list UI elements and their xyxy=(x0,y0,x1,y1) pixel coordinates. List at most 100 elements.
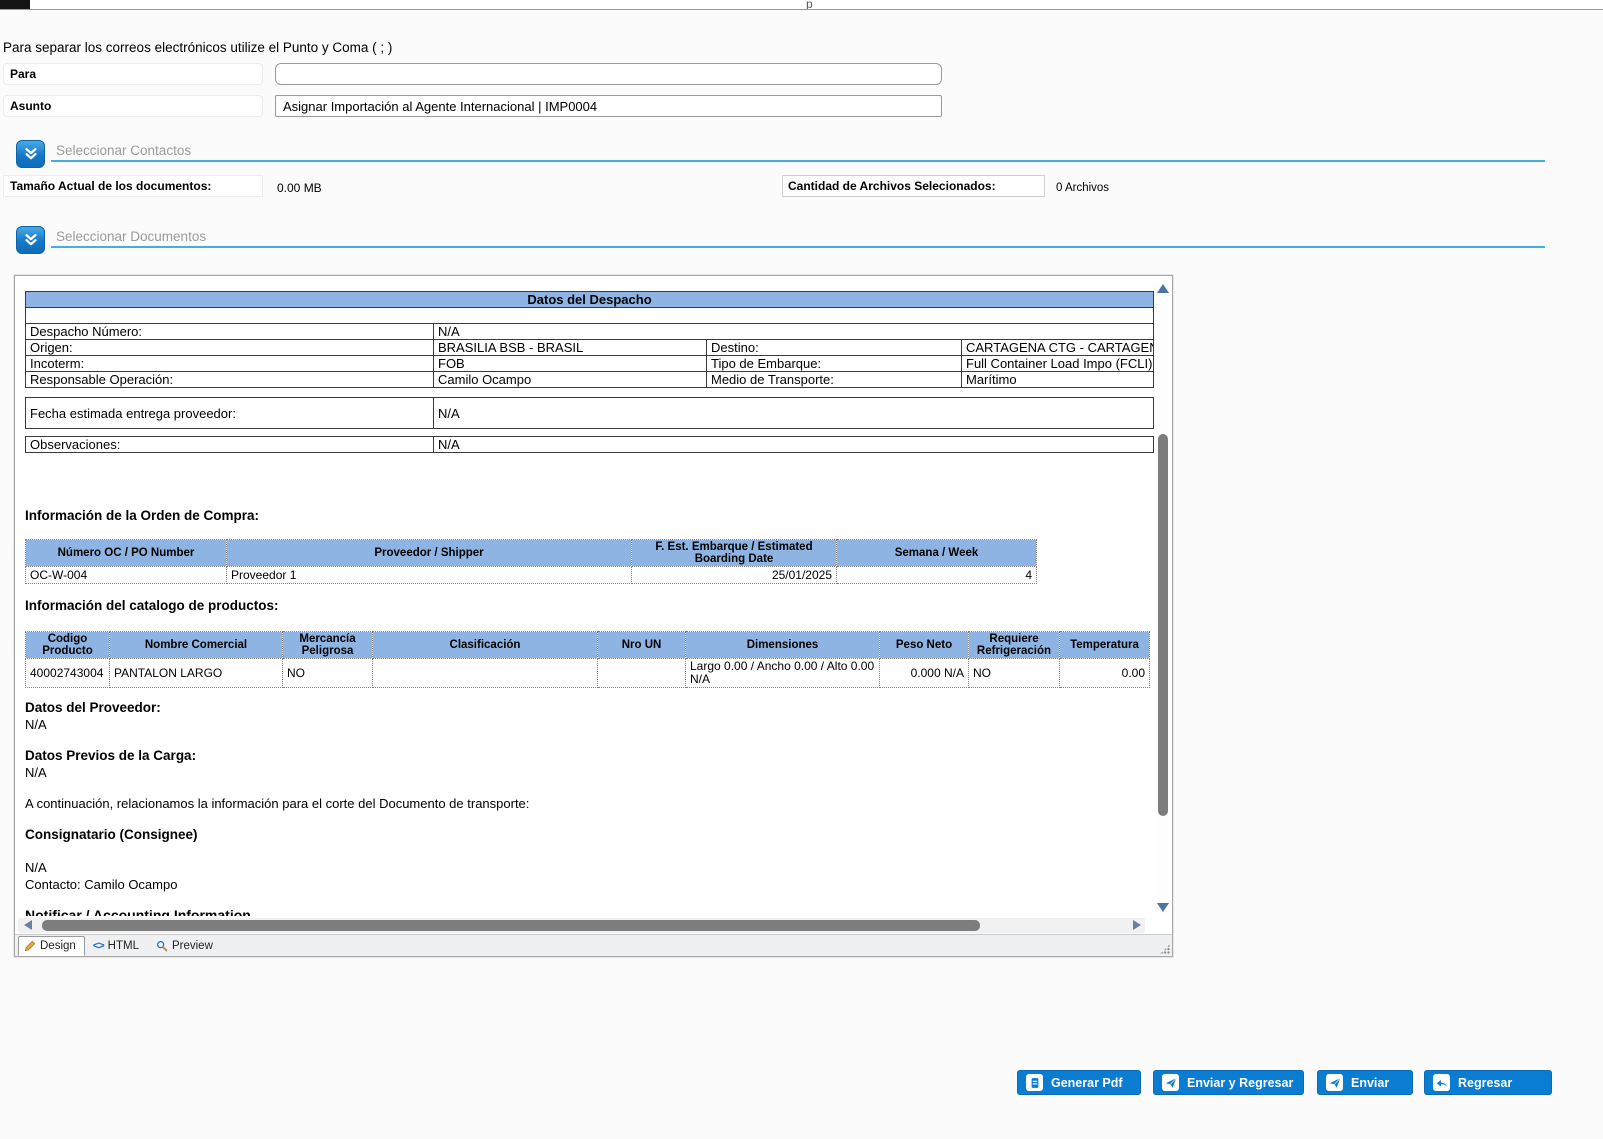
oc-cell: OC-W-004 xyxy=(26,567,227,584)
products-header: Dimensiones xyxy=(686,632,880,659)
oc-cell: 4 xyxy=(837,567,1037,584)
despacho-empty-row xyxy=(26,308,1154,324)
despacho-label: Despacho Número: xyxy=(26,324,434,340)
products-cell: NO xyxy=(283,659,373,688)
para-label: Para xyxy=(4,64,262,84)
consignee-value: N/A xyxy=(25,860,47,875)
documents-section-divider xyxy=(51,246,1545,248)
documents-section: Seleccionar Documentos xyxy=(16,226,1545,256)
para-label-box: Para xyxy=(3,63,263,85)
oc-table: Número OC / PO Number Proveedor / Shippe… xyxy=(25,539,1037,584)
asunto-label: Asunto xyxy=(4,96,262,116)
despacho-label: Destino: xyxy=(707,340,962,356)
previos-heading: Datos Previos de la Carga: xyxy=(25,748,196,763)
contacts-section-divider xyxy=(51,160,1545,162)
products-cell xyxy=(598,659,686,688)
despacho-label: Incoterm: xyxy=(26,356,434,372)
consignee-heading: Consignatario (Consignee) xyxy=(25,827,198,842)
editor-canvas[interactable]: Datos del Despacho Despacho Número: N/A … xyxy=(15,276,1158,916)
despacho-label: Responsable Operación: xyxy=(26,372,434,388)
despacho-fecha-table: Fecha estimada entrega proveedor: N/A xyxy=(25,397,1154,429)
products-header: Codigo Producto xyxy=(26,632,110,659)
products-cell: PANTALON LARGO xyxy=(110,659,283,688)
products-cell: 0.00 xyxy=(1060,659,1150,688)
contacts-section: Seleccionar Contactos xyxy=(16,140,1545,170)
scroll-down-icon[interactable] xyxy=(1157,903,1169,912)
products-cell: Largo 0.00 / Ancho 0.00 / Alto 0.00 N/A xyxy=(686,659,880,688)
despacho-value: N/A xyxy=(434,398,1154,429)
oc-header: F. Est. Embarque / Estimated Boarding Da… xyxy=(632,540,837,567)
despacho-value: FOB xyxy=(434,356,707,372)
proveedor-value: N/A xyxy=(25,717,47,732)
send-and-return-label: Enviar y Regresar xyxy=(1187,1076,1293,1090)
send-button[interactable]: Enviar xyxy=(1317,1070,1413,1095)
products-header: Nro UN xyxy=(598,632,686,659)
vertical-scrollbar-thumb[interactable] xyxy=(1158,434,1168,816)
back-arrow-icon xyxy=(1433,1074,1450,1091)
files-count-label: Cantidad de Archivos Selecionados: xyxy=(783,176,1044,196)
oc-cell: Proveedor 1 xyxy=(227,567,632,584)
despacho-value: Camilo Ocampo xyxy=(434,372,707,388)
tab-preview-label: Preview xyxy=(172,940,213,952)
generate-pdf-button[interactable]: Generar Pdf xyxy=(1017,1070,1141,1095)
scroll-right-icon[interactable] xyxy=(1133,920,1141,930)
top-strip: p xyxy=(0,0,1603,10)
top-left-black-box xyxy=(0,0,30,9)
double-chevron-down-icon xyxy=(23,232,39,248)
return-button[interactable]: Regresar xyxy=(1424,1070,1552,1095)
oc-heading: Información de la Orden de Compra: xyxy=(25,508,259,523)
products-header: Temperatura xyxy=(1060,632,1150,659)
documents-size-value: 0.00 MB xyxy=(277,181,322,195)
double-chevron-down-icon xyxy=(23,146,39,162)
pdf-icon xyxy=(1026,1074,1043,1091)
tab-html-label: HTML xyxy=(108,940,139,952)
documents-size-label-box: Tamaño Actual de los documentos: xyxy=(3,175,263,197)
scroll-up-icon[interactable] xyxy=(1157,284,1169,293)
email-separator-hint: Para separar los correos electrónicos ut… xyxy=(3,40,392,55)
send-and-return-button[interactable]: Enviar y Regresar xyxy=(1153,1070,1304,1095)
tab-html[interactable]: <> HTML xyxy=(87,936,148,956)
notify-heading: Notificar / Accounting Information xyxy=(25,907,251,916)
tab-design-label: Design xyxy=(40,940,76,952)
window-title-fragment: p xyxy=(806,0,813,10)
products-cell: 40002743004 xyxy=(26,659,110,688)
oc-header: Número OC / PO Number xyxy=(26,540,227,567)
para-input[interactable] xyxy=(275,63,942,85)
despacho-observaciones-table: Observaciones: N/A xyxy=(25,436,1154,453)
oc-header: Proveedor / Shipper xyxy=(227,540,632,567)
despacho-value: BRASILIA BSB - BRASIL xyxy=(434,340,707,356)
products-header: Nombre Comercial xyxy=(110,632,283,659)
despacho-label: Tipo de Embarque: xyxy=(707,356,962,372)
tab-preview[interactable]: Preview xyxy=(150,936,222,956)
magnifier-icon xyxy=(156,940,168,952)
editor-mode-toolbar: Design <> HTML Preview xyxy=(15,934,1172,956)
oc-header: Semana / Week xyxy=(837,540,1037,567)
products-header: Requiere Refrigeración xyxy=(969,632,1060,659)
corte-text: A continuación, relacionamos la informac… xyxy=(25,796,529,811)
despacho-table: Datos del Despacho Despacho Número: N/A … xyxy=(25,291,1154,388)
despacho-label: Fecha estimada entrega proveedor: xyxy=(26,398,434,429)
code-icon: <> xyxy=(93,940,104,952)
asunto-input[interactable] xyxy=(275,95,942,117)
products-cell xyxy=(373,659,598,688)
select-documents-expand-button[interactable] xyxy=(16,226,45,254)
send-label: Enviar xyxy=(1351,1076,1389,1090)
vertical-scrollbar xyxy=(1156,282,1170,914)
files-count-value: 0 Archivos xyxy=(1056,182,1109,194)
tab-design[interactable]: Design xyxy=(18,936,85,956)
products-cell: NO xyxy=(969,659,1060,688)
horizontal-scrollbar-thumb[interactable] xyxy=(42,920,980,931)
send-icon xyxy=(1162,1074,1179,1091)
consignee-contact: Contacto: Camilo Ocampo xyxy=(25,877,177,892)
despacho-value: Full Container Load Impo (FCLI) xyxy=(962,356,1154,372)
products-header: Mercancía Peligrosa xyxy=(283,632,373,659)
products-header: Clasificación xyxy=(373,632,598,659)
scroll-left-icon[interactable] xyxy=(24,920,32,930)
documents-section-label: Seleccionar Documentos xyxy=(56,229,206,244)
proveedor-heading: Datos del Proveedor: xyxy=(25,700,161,715)
horizontal-scrollbar xyxy=(18,918,1145,933)
select-contacts-expand-button[interactable] xyxy=(16,140,45,168)
despacho-table-title: Datos del Despacho xyxy=(26,292,1154,308)
products-cell: 0.000 N/A xyxy=(880,659,969,688)
despacho-label: Observaciones: xyxy=(26,437,434,453)
